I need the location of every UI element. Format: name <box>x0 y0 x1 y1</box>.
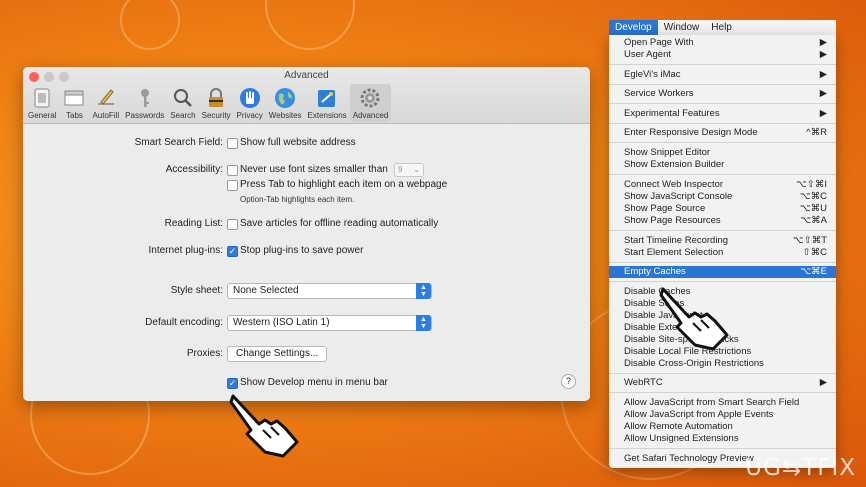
help-button[interactable]: ? <box>561 374 576 389</box>
tab-websites[interactable]: Websites <box>266 84 305 122</box>
menu-item[interactable]: EgleVi's iMac ▶ <box>609 69 836 81</box>
plugins-label: Internet plug-ins: <box>148 245 224 256</box>
menu-separator <box>609 123 836 124</box>
menu-separator <box>609 84 836 85</box>
menu-separator <box>609 230 836 231</box>
key-icon <box>133 86 157 110</box>
menu-item[interactable]: Allow Remote Automation <box>609 421 836 433</box>
menu-item[interactable]: Show Snippet Editor <box>609 147 836 159</box>
menu-item[interactable]: Show JavaScript Console ⌥⌘C <box>609 191 836 203</box>
menu-item[interactable]: Service Workers ▶ <box>609 88 836 100</box>
tab-general[interactable]: General <box>25 84 59 122</box>
tab-security[interactable]: Security <box>199 84 234 122</box>
pencil-icon <box>94 86 118 110</box>
menu-separator <box>609 373 836 374</box>
window-title: Advanced <box>284 70 329 81</box>
switch-icon <box>30 86 54 110</box>
tab-tabs[interactable]: Tabs <box>59 84 89 122</box>
menu-bar: Develop Window Help <box>609 20 836 35</box>
menu-item[interactable]: Enter Responsive Design Mode ^⌘R <box>609 127 836 139</box>
hand-icon <box>238 86 262 110</box>
pointing-hand-icon <box>229 394 299 458</box>
watermark-logo: UG⇆TFIX <box>745 455 856 481</box>
menu-separator <box>609 281 836 282</box>
menu-item[interactable]: WebRTC ▶ <box>609 377 836 389</box>
style-sheet-label: Style sheet: <box>170 285 223 296</box>
smart-search-label: Smart Search Field: <box>134 137 223 148</box>
encoding-label: Default encoding: <box>145 317 223 328</box>
advanced-pane: Smart Search Field: Show full website ad… <box>23 125 590 401</box>
menu-separator <box>609 174 836 175</box>
show-full-address-text: Show full website address <box>240 137 356 148</box>
lock-icon <box>204 86 228 110</box>
background-decoration <box>120 0 180 50</box>
globe-icon <box>273 86 297 110</box>
min-font-size-select[interactable]: 9 ⌄ <box>394 163 424 177</box>
menu-window[interactable]: Window <box>658 20 706 35</box>
encoding-select[interactable]: Western (ISO Latin 1) ▲ ▼ <box>227 315 432 331</box>
stop-plugins-text: Stop plug-ins to save power <box>240 245 364 256</box>
tab-extensions[interactable]: Extensions <box>305 84 350 122</box>
menu-separator <box>609 448 836 449</box>
min-font-size-checkbox[interactable] <box>227 165 238 176</box>
tab-advanced[interactable]: Advanced <box>349 84 392 122</box>
menu-separator <box>609 64 836 65</box>
develop-menu: Open Page With ▶ User Agent ▶ EgleVi's iMa… <box>609 35 836 468</box>
menu-item[interactable]: Connect Web Inspector ⌥⇧⌘I <box>609 179 836 191</box>
min-font-size-text: Never use font sizes smaller than <box>240 164 388 175</box>
option-tab-note: Option-Tab highlights each item. <box>240 195 355 204</box>
pointing-hand-icon <box>659 287 729 351</box>
save-offline-checkbox[interactable] <box>227 219 238 230</box>
menu-item[interactable]: User Agent ▶ <box>609 49 836 61</box>
menu-item[interactable]: Show Page Source ⌥⌘U <box>609 203 836 215</box>
chevron-updown-icon: ▲ ▼ <box>416 315 431 331</box>
menu-item[interactable]: Open Page With ▶ <box>609 37 836 49</box>
menu-separator <box>609 142 836 143</box>
menu-help[interactable]: Help <box>705 20 738 35</box>
menu-separator <box>609 103 836 104</box>
menu-separator <box>609 262 836 263</box>
tab-search[interactable]: Search <box>167 84 198 122</box>
menu-item[interactable]: Allow JavaScript from Apple Events <box>609 409 836 421</box>
puzzle-icon <box>315 86 339 110</box>
press-tab-text: Press Tab to highlight each item on a we… <box>240 179 448 190</box>
show-develop-menu-checkbox[interactable]: ✓ <box>227 378 238 389</box>
tab-privacy[interactable]: Privacy <box>234 84 266 122</box>
menu-item[interactable]: Show Page Resources ⌥⌘A <box>609 215 836 227</box>
preferences-window: Advanced General Tabs AutoFill Passwords… <box>23 67 590 401</box>
menu-separator <box>609 392 836 393</box>
stop-plugins-checkbox[interactable]: ✓ <box>227 246 238 257</box>
menu-item[interactable]: Start Timeline Recording ⌥⇧⌘T <box>609 235 836 247</box>
accessibility-label: Accessibility: <box>165 164 223 175</box>
menu-item[interactable]: Allow Unsigned Extensions <box>609 433 836 445</box>
menu-item[interactable]: Disable Cross-Origin Restrictions <box>609 358 836 370</box>
menu-item[interactable]: Start Element Selection ⇧⌘C <box>609 247 836 259</box>
proxies-label: Proxies: <box>186 348 223 359</box>
show-full-address-checkbox[interactable] <box>227 138 238 149</box>
reading-list-label: Reading List: <box>164 218 223 229</box>
chevron-down-icon: ⌄ <box>413 165 420 174</box>
save-offline-text: Save articles for offline reading automa… <box>240 218 439 229</box>
menu-item[interactable]: Show Extension Builder <box>609 159 836 171</box>
gear-icon <box>358 86 382 110</box>
menu-item[interactable]: Allow JavaScript from Smart Search Field <box>609 397 836 409</box>
window-titlebar: Advanced General Tabs AutoFill Passwords… <box>23 67 590 124</box>
tab-autofill[interactable]: AutoFill <box>89 84 122 122</box>
change-settings-button[interactable]: Change Settings... <box>227 346 328 362</box>
show-develop-menu-text: Show Develop menu in menu bar <box>240 377 388 388</box>
chevron-updown-icon: ▲ ▼ <box>416 283 431 299</box>
style-sheet-select[interactable]: None Selected ▲ ▼ <box>227 283 432 299</box>
background-decoration <box>265 0 355 50</box>
magnifier-icon <box>171 86 195 110</box>
menu-item-empty-caches[interactable]: Empty Caches ⌥⌘E <box>609 266 836 278</box>
menu-item[interactable]: Experimental Features ▶ <box>609 108 836 120</box>
tab-passwords[interactable]: Passwords <box>122 84 167 122</box>
press-tab-checkbox[interactable] <box>227 180 238 191</box>
tabs-icon <box>62 86 86 110</box>
menu-develop[interactable]: Develop <box>609 20 658 35</box>
preferences-toolbar: General Tabs AutoFill Passwords Search S… <box>25 84 392 122</box>
